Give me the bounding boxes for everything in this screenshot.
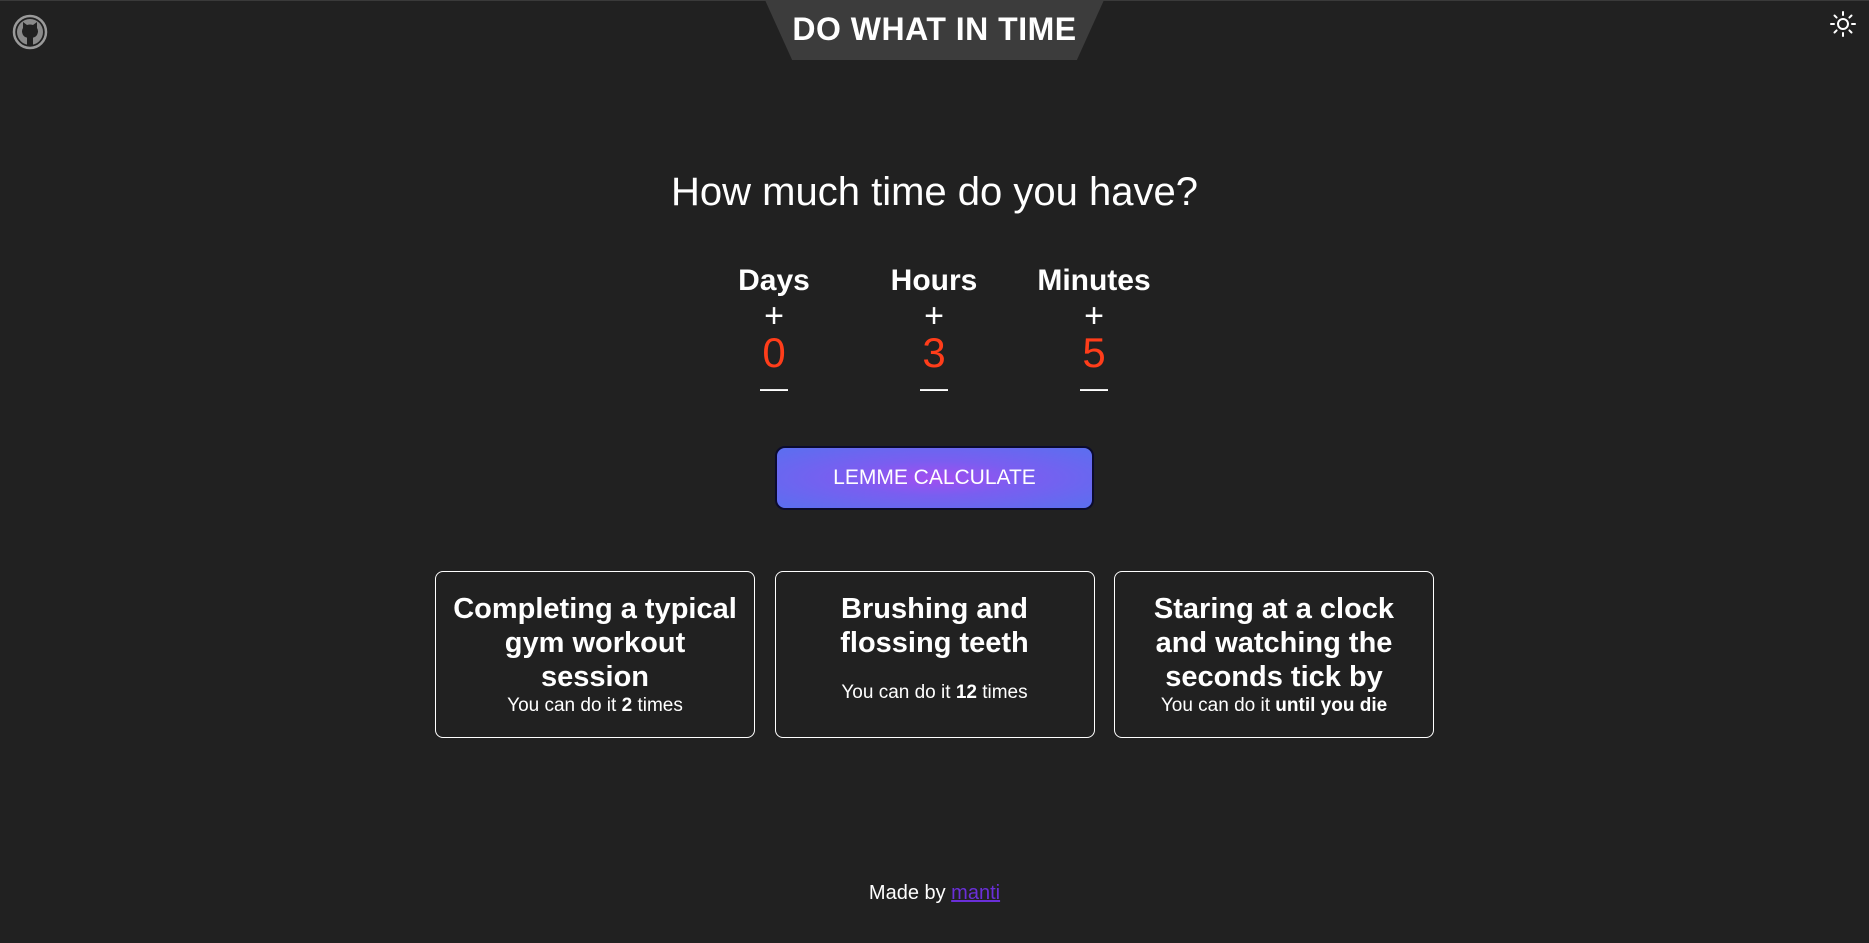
activity-title: Completing a typical gym workout session	[453, 593, 737, 693]
days-value: 0	[762, 329, 786, 376]
hours-picker: Hours + 3 —	[854, 262, 1014, 402]
hours-decrement-button[interactable]: —	[920, 374, 948, 402]
activity-result: You can do it until you die	[1161, 694, 1387, 718]
github-icon[interactable]	[12, 14, 48, 50]
result-card: Brushing and flossing teeth You can do i…	[774, 571, 1095, 738]
minutes-picker: Minutes + 5 —	[1014, 262, 1174, 402]
days-increment-button[interactable]: +	[764, 299, 784, 333]
footer: Made by manti	[0, 882, 1869, 905]
minutes-label: Minutes	[1037, 264, 1151, 297]
days-picker: Days + 0 —	[694, 262, 854, 402]
author-link[interactable]: manti	[951, 882, 1000, 904]
result-suffix: times	[976, 682, 1028, 703]
app-title: DO WHAT IN TIME	[792, 10, 1077, 47]
minutes-decrement-button[interactable]: —	[1080, 374, 1108, 402]
result-prefix: You can do it	[507, 695, 622, 716]
result-count: 2	[621, 695, 633, 716]
result-card: Completing a typical gym workout session…	[435, 571, 755, 738]
hours-label: Hours	[890, 264, 978, 297]
time-question: How much time do you have?	[671, 170, 1198, 214]
activity-title: Staring at a clock and watching the seco…	[1153, 593, 1395, 693]
minutes-increment-button[interactable]: +	[1084, 299, 1104, 333]
result-count: 12	[955, 682, 977, 703]
result-card: Staring at a clock and watching the seco…	[1114, 571, 1434, 738]
hours-value: 3	[922, 329, 946, 376]
result-cards: Completing a typical gym workout session…	[435, 571, 1434, 738]
result-count: until you die	[1275, 695, 1388, 716]
activity-result: You can do it 2 times	[507, 694, 683, 718]
footer-made-by: Made by	[868, 882, 952, 904]
hours-increment-button[interactable]: +	[924, 299, 944, 333]
days-label: Days	[738, 264, 810, 297]
calculate-button[interactable]: LEMME CALCULATE	[775, 446, 1094, 510]
days-decrement-button[interactable]: —	[760, 374, 788, 402]
time-pickers: Days + 0 — Hours + 3 — Minutes + 5 —	[694, 262, 1174, 402]
result-prefix: You can do it	[841, 682, 956, 703]
result-prefix: You can do it	[1160, 695, 1276, 716]
result-suffix: times	[632, 695, 683, 716]
minutes-value: 5	[1082, 329, 1106, 376]
app-banner: DO WHAT IN TIME	[765, 0, 1104, 60]
activity-result: You can do it 12 times	[841, 681, 1027, 705]
sun-icon[interactable]	[1829, 10, 1857, 38]
activity-title: Brushing and flossing teeth	[840, 593, 1029, 659]
